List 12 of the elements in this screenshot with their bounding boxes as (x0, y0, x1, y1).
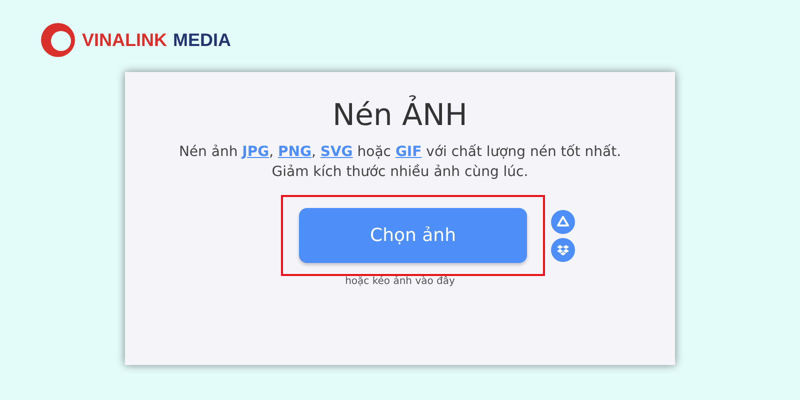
format-link[interactable]: JPG (242, 144, 270, 160)
brand-suffix: MEDIA (173, 28, 231, 52)
brand-name: VINALINK (82, 28, 167, 52)
subtitle-text: Giảm kích thước nhiều ảnh cùng lúc. (272, 163, 528, 182)
format-link[interactable]: GIF (395, 144, 422, 160)
choose-image-button[interactable]: Chọn ảnh (299, 208, 527, 263)
page-title: Nén ẢNH (332, 96, 468, 136)
format-link[interactable]: SVG (320, 144, 353, 160)
drag-hint: hoặc kéo ảnh vào đây (345, 275, 455, 289)
format-link[interactable]: PNG (278, 144, 312, 160)
logo-icon (40, 22, 76, 58)
description-text: Nén ảnh JPG, PNG, SVG hoặc GIF với chất lượng nén tốt nhất. (178, 143, 622, 162)
